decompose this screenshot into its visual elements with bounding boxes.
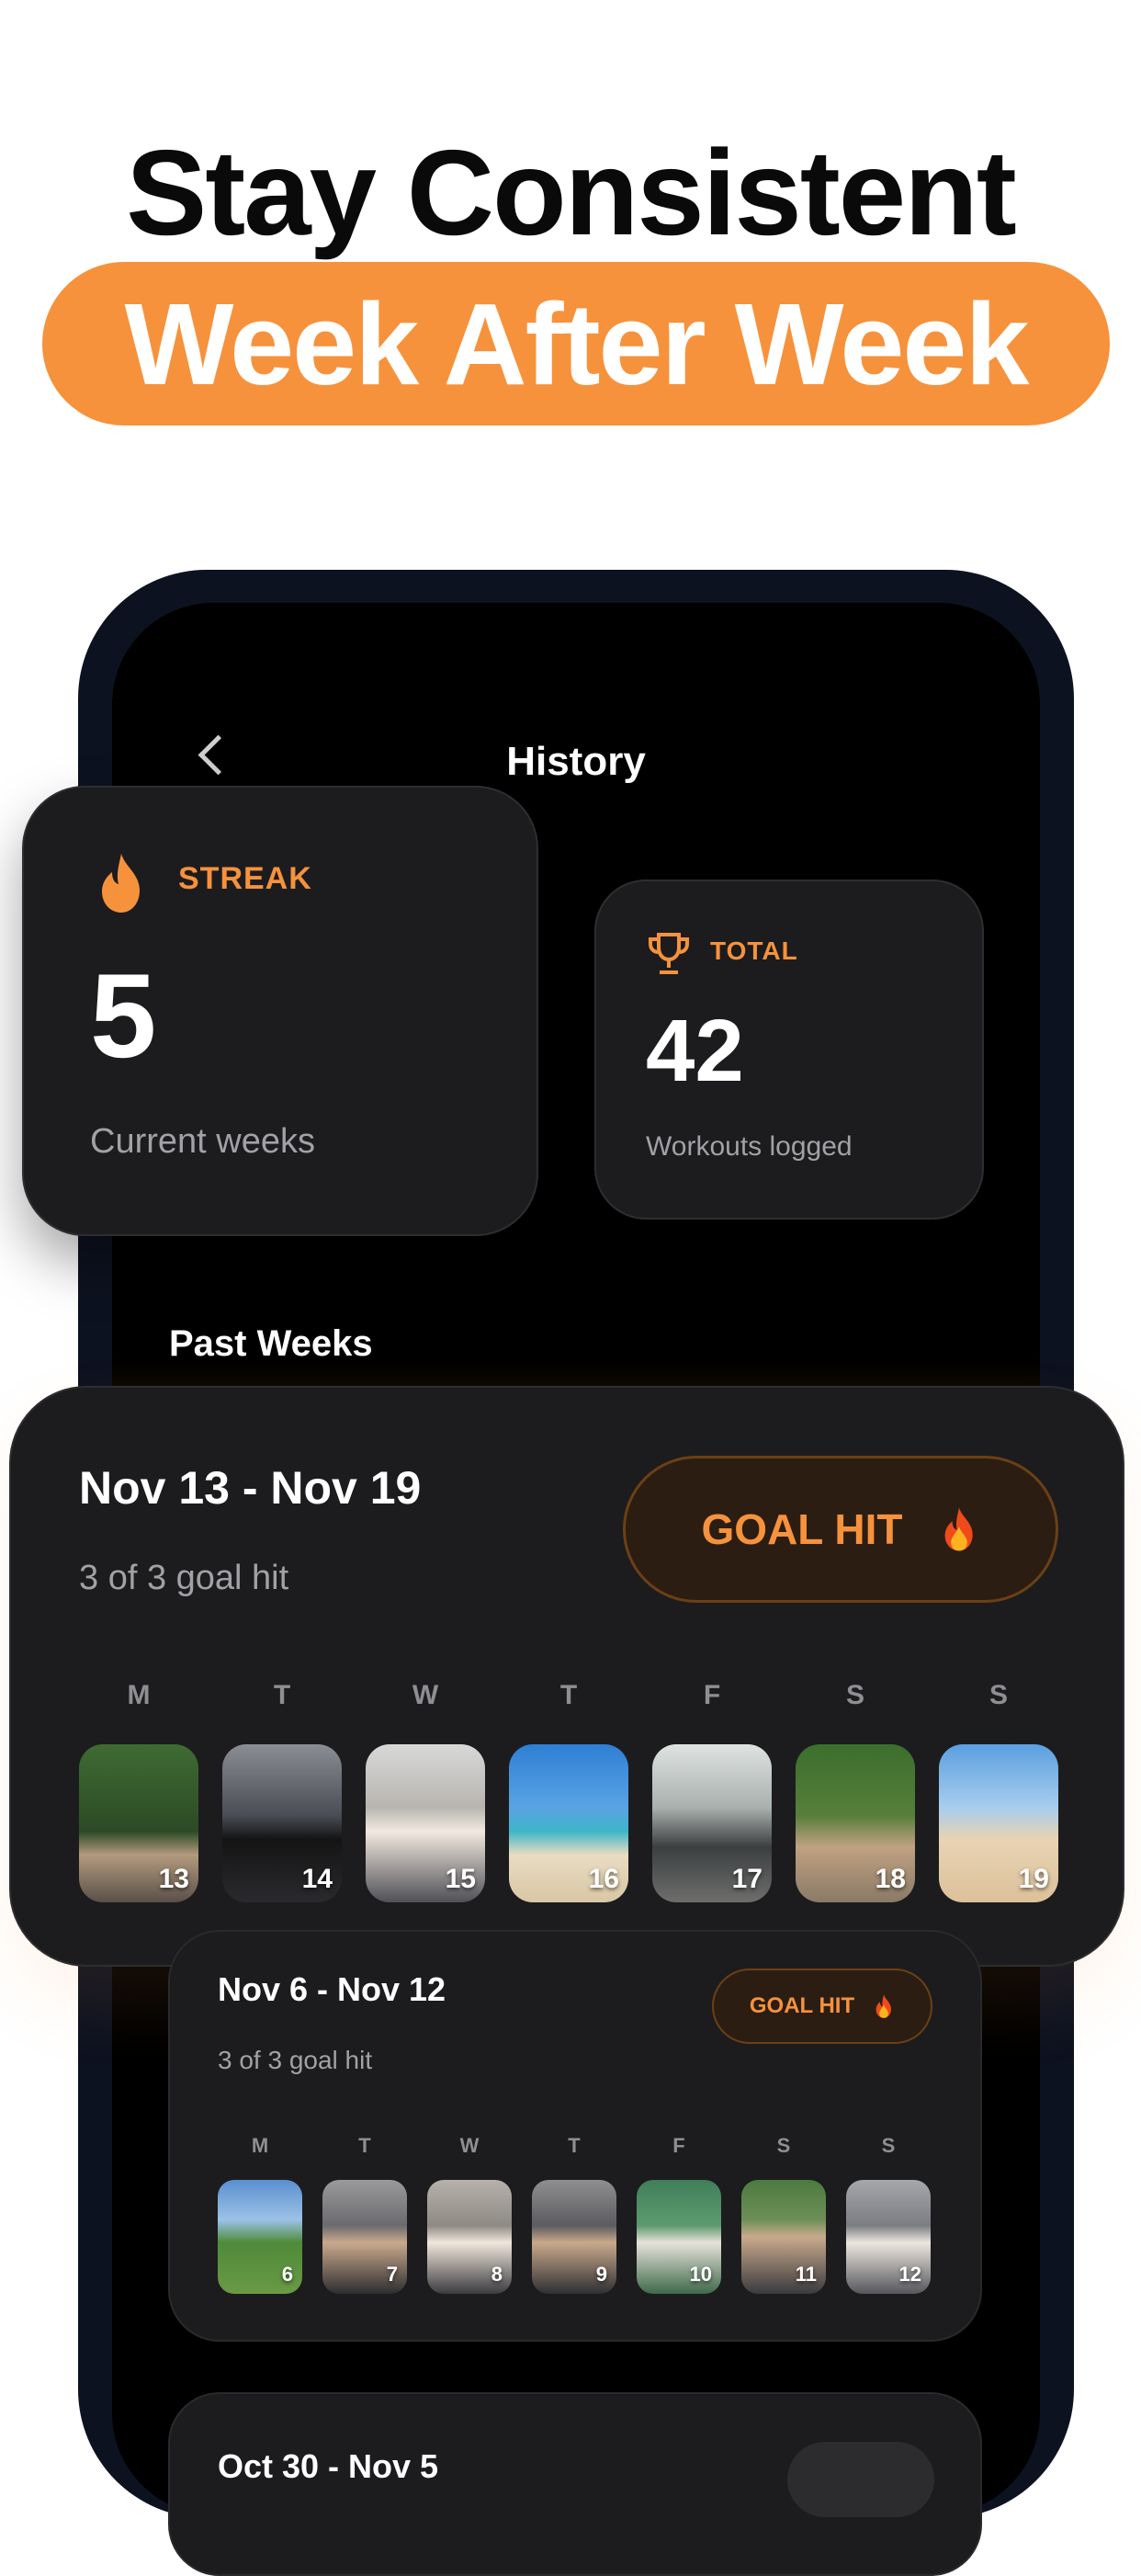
week-summary: 3 of 3 goal hit [218,2046,373,2074]
day-label-sat: S [776,2134,791,2157]
workout-photo[interactable]: 17 [652,1744,772,1902]
trophy-icon [649,933,689,974]
headline-line2-text: Week After Week [124,278,1029,409]
day-label-wed: W [412,1680,439,1710]
headline-line1: Stay Consistent [126,125,1017,260]
workout-photo[interactable]: 10 [637,2180,721,2294]
day-label-fri: F [703,1680,721,1710]
photo-date: 8 [491,2263,503,2286]
goal-hit-label: GOAL HIT [749,1993,855,2018]
photo-date: 15 [445,1864,476,1894]
photo-date: 7 [386,2263,398,2286]
photo-date: 11 [795,2263,817,2286]
day-label-sun: S [881,2134,896,2157]
day-label-tue: T [358,2134,371,2157]
flame-icon [102,854,140,913]
goal-hit-badge [787,2442,934,2517]
total-value: 42 [646,1002,744,1100]
goal-hit-badge: GOAL HIT [623,1456,1058,1603]
week-range: Nov 13 - Nov 19 [79,1462,422,1514]
day-label-fri: F [672,2134,685,2157]
day-label-tue: T [273,1680,291,1710]
day-label-mon: M [127,1680,151,1710]
workout-photo[interactable]: 15 [366,1744,485,1902]
day-label-thu: T [568,2134,581,2157]
day-label-sun: S [988,1680,1008,1710]
total-card: TOTAL 42 Workouts logged [594,879,984,1220]
total-label: TOTAL [710,936,798,965]
week-card[interactable]: Nov 6 - Nov 12 3 of 3 goal hit GOAL HIT … [168,1930,982,2342]
streak-value: 5 [90,948,157,1083]
headline-line2: Week After Week [42,262,1110,426]
workout-photo[interactable]: 12 [846,2180,931,2294]
workout-photo[interactable]: 8 [427,2180,512,2294]
workout-photo[interactable]: 16 [509,1744,628,1902]
photo-date: 12 [898,2263,921,2286]
workout-photo[interactable]: 6 [218,2180,302,2294]
week-range: Oct 30 - Nov 5 [218,2447,439,2485]
past-weeks-heading: Past Weeks [169,1323,373,1364]
screen-title: History [506,739,646,784]
photo-date: 16 [588,1864,619,1894]
photo-date: 18 [875,1864,906,1894]
photo-date: 13 [158,1864,189,1894]
workout-photo[interactable]: 7 [322,2180,407,2294]
day-label-thu: T [559,1680,578,1710]
week-card[interactable]: Oct 30 - Nov 5 [168,2392,982,2576]
day-label-wed: W [459,2134,480,2157]
streak-label: STREAK [178,861,312,896]
workout-photo[interactable]: 11 [741,2180,826,2294]
total-caption: Workouts logged [646,1131,853,1162]
week-card-featured[interactable]: Nov 13 - Nov 19 3 of 3 goal hit GOAL HIT… [9,1386,1124,1967]
flame-icon [945,1507,974,1551]
streak-caption: Current weeks [90,1122,315,1161]
workout-photo[interactable]: 18 [796,1744,915,1902]
day-label-sat: S [845,1680,864,1710]
photo-date: 9 [595,2263,607,2286]
photo-date: 19 [1018,1864,1049,1894]
workout-photo[interactable]: 13 [79,1744,198,1902]
goal-hit-label: GOAL HIT [701,1505,903,1553]
day-label-mon: M [251,2134,269,2157]
workout-photo[interactable]: 14 [222,1744,342,1902]
week-summary: 3 of 3 goal hit [79,1559,289,1597]
streak-card: STREAK 5 Current weeks [22,786,538,1236]
photo-date: 14 [301,1864,333,1894]
photo-date: 17 [731,1864,763,1894]
workout-photo[interactable]: 9 [532,2180,616,2294]
flame-icon [876,1994,892,2018]
photo-date: 6 [281,2263,293,2286]
goal-hit-badge: GOAL HIT [712,1969,932,2044]
workout-photo[interactable]: 19 [939,1744,1058,1902]
photo-date: 10 [689,2263,712,2286]
week-range: Nov 6 - Nov 12 [218,1970,446,2008]
